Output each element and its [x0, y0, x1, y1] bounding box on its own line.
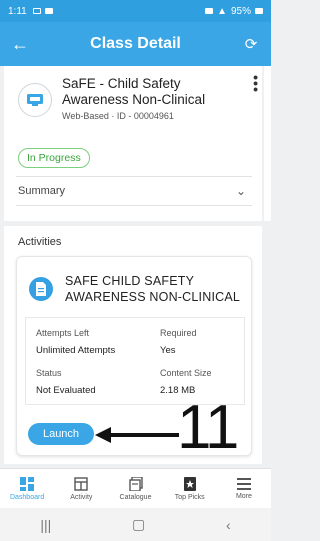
activity-details: Attempts Left Unlimited Attempts Require…: [25, 317, 245, 405]
back-arrow-icon[interactable]: ←: [0, 34, 40, 55]
status-value: Not Evaluated: [36, 385, 96, 396]
activity-title: SAFE CHILD SAFETY AWARENESS NON-CLINICAL: [65, 274, 241, 304]
battery-icon: [255, 8, 263, 14]
system-back-icon[interactable]: ‹: [226, 517, 231, 533]
system-navigation-bar: ||| ▢ ‹: [0, 508, 271, 541]
kebab-menu-icon[interactable]: • • •: [253, 70, 258, 96]
nav-activity[interactable]: Activity: [54, 469, 108, 508]
dashboard-icon: [20, 476, 35, 491]
adjacent-card-edge: [264, 66, 271, 221]
status-label: Status: [36, 368, 62, 378]
attempts-left-label: Attempts Left: [36, 328, 90, 338]
course-title: SaFE - Child Safety Awareness Non-Clinic…: [62, 76, 206, 107]
summary-dropdown[interactable]: Summary ⌄: [16, 176, 252, 206]
nav-dashboard[interactable]: Dashboard: [0, 469, 54, 508]
content-size-label: Content Size: [160, 368, 212, 378]
document-glyph: [36, 282, 46, 296]
chevron-down-icon: ⌄: [235, 184, 246, 198]
nav-catalogue[interactable]: Catalogue: [108, 469, 162, 508]
activities-heading: Activities: [18, 236, 62, 248]
catalogue-icon: [128, 476, 143, 491]
activities-section: Activities SAFE CHILD SAFETY AWARENESS N…: [4, 226, 262, 464]
status-time: 1:11: [8, 5, 27, 17]
course-detail-card: SaFE - Child Safety Awareness Non-Clinic…: [4, 66, 262, 221]
nav-more-label: More: [235, 492, 252, 500]
status-bar: 1:11 ▲ 95%: [0, 0, 271, 22]
activity-card: SAFE CHILD SAFETY AWARENESS NON-CLINICAL…: [16, 256, 252, 456]
signal-icon: ▲: [217, 5, 227, 17]
nav-catalogue-label: Catalogue: [119, 493, 152, 501]
top-picks-icon: [183, 476, 196, 491]
app-bar: ← Class Detail ⟳: [0, 22, 271, 66]
more-menu-icon: [236, 477, 251, 490]
activity-icon: [74, 476, 88, 491]
alarm-icon: [205, 8, 214, 14]
page-title: Class Detail: [90, 35, 181, 52]
recent-apps-icon[interactable]: |||: [40, 517, 51, 533]
battery-level: 95%: [230, 5, 251, 17]
content-size-value: 2.18 MB: [160, 385, 196, 396]
summary-label: Summary: [18, 185, 66, 197]
attempts-left-value: Unlimited Attempts: [36, 345, 116, 356]
nav-dashboard-label: Dashboard: [9, 493, 45, 501]
nav-top-picks[interactable]: Top Picks: [163, 469, 217, 508]
status-notification-icons: [32, 8, 53, 14]
document-icon: [29, 277, 53, 301]
status-right: ▲ 95%: [205, 6, 263, 17]
status-badge: In Progress: [18, 148, 90, 168]
web-course-icon: [27, 94, 43, 106]
gallery-icon: [32, 8, 41, 14]
nav-top-picks-label: Top Picks: [174, 493, 205, 501]
required-label: Required: [160, 328, 197, 338]
refresh-icon[interactable]: ⟳: [231, 35, 271, 53]
bottom-navigation: Dashboard Activity Catalogue Top Picks M…: [0, 468, 271, 508]
launch-button[interactable]: Launch: [28, 423, 94, 445]
home-icon[interactable]: ▢: [132, 516, 145, 533]
required-value: Yes: [160, 345, 176, 356]
message-icon: [44, 8, 53, 14]
course-meta: Web-Based · ID - 00004961: [62, 111, 174, 121]
course-icon: [18, 83, 52, 117]
nav-activity-label: Activity: [70, 493, 93, 501]
nav-more[interactable]: More: [217, 469, 271, 508]
